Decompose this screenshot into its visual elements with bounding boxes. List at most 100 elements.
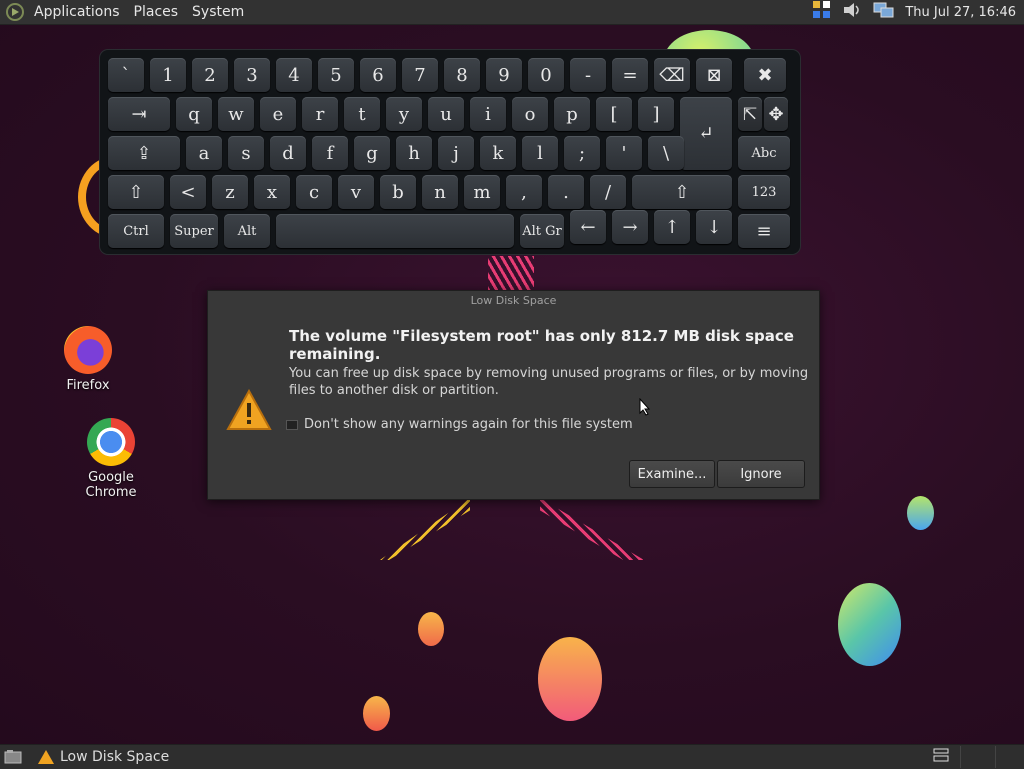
wallpaper-bubble <box>363 696 390 731</box>
caps-lock-key[interactable]: ⇪ <box>108 136 180 170</box>
desktop-icon-firefox[interactable]: Firefox <box>40 326 136 393</box>
key-z[interactable]: z <box>212 175 248 209</box>
menu-applications[interactable]: Applications <box>27 0 127 24</box>
key-semicolon[interactable]: ; <box>564 136 600 170</box>
key-0[interactable]: 0 <box>528 58 564 92</box>
distro-logo-icon[interactable] <box>6 3 24 21</box>
key-b[interactable]: b <box>380 175 416 209</box>
key-less-than[interactable]: < <box>170 175 206 209</box>
key-v[interactable]: v <box>338 175 374 209</box>
key-t[interactable]: t <box>344 97 380 131</box>
key-l[interactable]: l <box>522 136 558 170</box>
menu-places[interactable]: Places <box>127 0 186 24</box>
arrow-down-key[interactable]: ↓ <box>696 210 732 244</box>
space-key[interactable] <box>276 214 514 248</box>
arrow-up-key[interactable]: ↑ <box>654 210 690 244</box>
key-backtick[interactable]: ` <box>108 58 144 92</box>
key-f[interactable]: f <box>312 136 348 170</box>
workspace-1[interactable] <box>960 746 961 768</box>
workspace-3[interactable] <box>1002 746 1024 768</box>
workspace-2[interactable] <box>967 746 989 768</box>
abc-layout-button[interactable]: Abc <box>738 136 790 170</box>
dont-show-checkbox-label[interactable]: Don't show any warnings again for this f… <box>304 417 633 432</box>
key-e[interactable]: e <box>260 97 296 131</box>
low-disk-space-dialog: Low Disk Space The volume "Filesystem ro… <box>207 290 820 500</box>
key-backslash[interactable]: \ <box>648 136 684 170</box>
arrow-left-key[interactable]: ← <box>570 210 606 244</box>
key-period[interactable]: . <box>548 175 584 209</box>
mouse-cursor-icon <box>639 397 651 420</box>
key-k[interactable]: k <box>480 136 516 170</box>
key-j[interactable]: j <box>438 136 474 170</box>
key-n[interactable]: n <box>422 175 458 209</box>
key-1[interactable]: 1 <box>150 58 186 92</box>
volume-icon[interactable] <box>842 0 862 24</box>
window-list-icon[interactable] <box>932 747 950 767</box>
delete-key[interactable]: ⊠ <box>696 58 732 92</box>
key-c[interactable]: c <box>296 175 332 209</box>
left-shift-key[interactable]: ⇧ <box>108 175 164 209</box>
taskbar-button-low-disk-space[interactable]: Low Disk Space <box>8 745 169 769</box>
key-2[interactable]: 2 <box>192 58 228 92</box>
key-7[interactable]: 7 <box>402 58 438 92</box>
pointer-mode-icon[interactable]: ⇱ <box>738 97 762 131</box>
tab-key[interactable]: ⇥ <box>108 97 170 131</box>
key-9[interactable]: 9 <box>486 58 522 92</box>
ignore-button[interactable]: Ignore <box>717 460 805 488</box>
dialog-title[interactable]: Low Disk Space <box>208 291 819 311</box>
chrome-icon <box>87 418 135 466</box>
key-y[interactable]: y <box>386 97 422 131</box>
key-5[interactable]: 5 <box>318 58 354 92</box>
key-a[interactable]: a <box>186 136 222 170</box>
key-x[interactable]: x <box>254 175 290 209</box>
key-minus[interactable]: - <box>570 58 606 92</box>
desktop-icon-chrome[interactable]: Google Chrome <box>63 418 159 500</box>
wallpaper-bubble <box>838 583 901 666</box>
key-comma[interactable]: , <box>506 175 542 209</box>
key-w[interactable]: w <box>218 97 254 131</box>
key-p[interactable]: p <box>554 97 590 131</box>
key-g[interactable]: g <box>354 136 390 170</box>
key-6[interactable]: 6 <box>360 58 396 92</box>
examine-button[interactable]: Examine... <box>629 460 715 488</box>
menu-system[interactable]: System <box>185 0 251 24</box>
move-keyboard-icon[interactable]: ✥ <box>764 97 788 131</box>
key-o[interactable]: o <box>512 97 548 131</box>
alt-gr-key[interactable]: Alt Gr <box>520 214 564 248</box>
right-shift-key[interactable]: ⇧ <box>632 175 732 209</box>
close-keyboard-icon[interactable]: ✖ <box>744 58 786 92</box>
backspace-key[interactable]: ⌫ <box>654 58 690 92</box>
key-left-bracket[interactable]: [ <box>596 97 632 131</box>
dont-show-checkbox-row[interactable]: Don't show any warnings again for this f… <box>286 417 633 432</box>
key-4[interactable]: 4 <box>276 58 312 92</box>
ctrl-key[interactable]: Ctrl <box>108 214 164 248</box>
warning-icon <box>226 388 272 431</box>
key-3[interactable]: 3 <box>234 58 270 92</box>
key-s[interactable]: s <box>228 136 264 170</box>
key-u[interactable]: u <box>428 97 464 131</box>
indicator-icon[interactable] <box>812 0 832 24</box>
super-key[interactable]: Super <box>170 214 218 248</box>
key-d[interactable]: d <box>270 136 306 170</box>
workspace-switcher <box>932 745 1024 769</box>
alt-key[interactable]: Alt <box>224 214 270 248</box>
network-icon[interactable] <box>872 0 896 24</box>
key-m[interactable]: m <box>464 175 500 209</box>
clock[interactable]: Thu Jul 27, 16:46 <box>905 5 1016 20</box>
key-right-bracket[interactable]: ] <box>638 97 674 131</box>
key-8[interactable]: 8 <box>444 58 480 92</box>
key-h[interactable]: h <box>396 136 432 170</box>
enter-key[interactable]: ↵ <box>680 97 732 170</box>
numeric-layout-button[interactable]: 123 <box>738 175 790 209</box>
dont-show-checkbox[interactable] <box>286 419 298 430</box>
key-slash[interactable]: / <box>590 175 626 209</box>
arrow-right-key[interactable]: → <box>612 210 648 244</box>
dialog-heading: The volume "Filesystem root" has only 81… <box>289 327 794 363</box>
key-i[interactable]: i <box>470 97 506 131</box>
key-equals[interactable]: = <box>612 58 648 92</box>
show-desktop-icon[interactable] <box>4 749 22 769</box>
key-r[interactable]: r <box>302 97 338 131</box>
key-quote[interactable]: ' <box>606 136 642 170</box>
keyboard-menu-icon[interactable]: ≡ <box>738 214 790 248</box>
key-q[interactable]: q <box>176 97 212 131</box>
